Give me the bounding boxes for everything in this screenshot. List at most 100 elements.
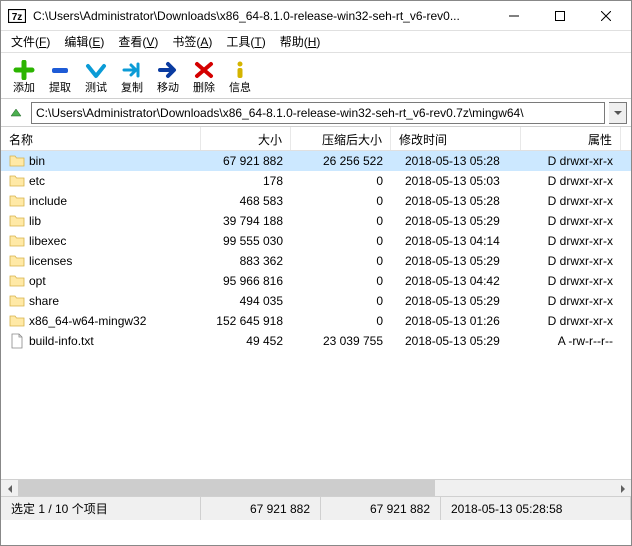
cell-date: 2018-05-13 05:03 <box>391 174 521 188</box>
col-name[interactable]: 名称 <box>1 127 201 150</box>
file-list: 名称 大小 压缩后大小 修改时间 属性 bin67 921 88226 256 … <box>1 127 631 496</box>
list-item[interactable]: include468 58302018-05-13 05:28D drwxr-x… <box>1 191 631 211</box>
list-item[interactable]: opt95 966 81602018-05-13 04:42D drwxr-xr… <box>1 271 631 291</box>
menu-f[interactable]: 文件(F) <box>5 31 56 52</box>
list-item[interactable]: licenses883 36202018-05-13 05:29D drwxr-… <box>1 251 631 271</box>
scroll-track[interactable] <box>18 480 614 496</box>
cell-date: 2018-05-13 05:29 <box>391 214 521 228</box>
cell-packed: 0 <box>291 294 391 308</box>
toolbar-test-button[interactable]: 测试 <box>79 59 113 95</box>
toolbar-info-button[interactable]: 信息 <box>223 59 257 95</box>
cell-attr: D drwxr-xr-x <box>521 314 621 328</box>
app-icon: 7z <box>7 8 27 24</box>
cell-attr: D drwxr-xr-x <box>521 174 621 188</box>
maximize-button[interactable] <box>537 1 583 31</box>
cell-date: 2018-05-13 05:29 <box>391 254 521 268</box>
cell-name: share <box>1 293 201 309</box>
cell-packed: 0 <box>291 194 391 208</box>
cell-date: 2018-05-13 05:29 <box>391 334 521 348</box>
up-button[interactable] <box>5 102 27 124</box>
cell-name: build-info.txt <box>1 333 201 349</box>
col-date[interactable]: 修改时间 <box>391 127 521 150</box>
list-item[interactable]: libexec99 555 03002018-05-13 04:14D drwx… <box>1 231 631 251</box>
cell-size: 494 035 <box>201 294 291 308</box>
cell-size: 883 362 <box>201 254 291 268</box>
cell-size: 39 794 188 <box>201 214 291 228</box>
cell-name: licenses <box>1 253 201 269</box>
cell-date: 2018-05-13 04:14 <box>391 234 521 248</box>
horizontal-scrollbar[interactable] <box>1 479 631 496</box>
cell-packed: 0 <box>291 234 391 248</box>
cell-size: 152 645 918 <box>201 314 291 328</box>
path-input[interactable] <box>31 102 605 124</box>
cell-size: 95 966 816 <box>201 274 291 288</box>
close-button[interactable] <box>583 1 629 31</box>
cell-packed: 26 256 522 <box>291 154 391 168</box>
svg-text:7z: 7z <box>12 12 23 23</box>
cell-attr: D drwxr-xr-x <box>521 154 621 168</box>
cell-name: opt <box>1 273 201 289</box>
list-body[interactable]: bin67 921 88226 256 5222018-05-13 05:28D… <box>1 151 631 479</box>
toolbar-extract-button[interactable]: 提取 <box>43 59 77 95</box>
menu-a[interactable]: 书签(A) <box>166 31 218 52</box>
move-icon <box>156 59 180 81</box>
scroll-left-button[interactable] <box>1 480 18 496</box>
cell-name: include <box>1 193 201 209</box>
path-dropdown[interactable] <box>609 102 627 124</box>
menu-e[interactable]: 编辑(E) <box>58 31 110 52</box>
toolbar: 添加提取测试复制移动删除信息 <box>1 53 631 99</box>
cell-name: lib <box>1 213 201 229</box>
toolbar-delete-button[interactable]: 删除 <box>187 59 221 95</box>
status-size: 67 921 882 <box>201 497 321 520</box>
cell-date: 2018-05-13 05:29 <box>391 294 521 308</box>
cell-name: libexec <box>1 233 201 249</box>
menu-v[interactable]: 查看(V) <box>112 31 164 52</box>
status-date: 2018-05-13 05:28:58 <box>441 497 631 520</box>
list-item[interactable]: bin67 921 88226 256 5222018-05-13 05:28D… <box>1 151 631 171</box>
cell-attr: A -rw-r--r-- <box>521 334 621 348</box>
toolbar-copy-button[interactable]: 复制 <box>115 59 149 95</box>
cell-size: 49 452 <box>201 334 291 348</box>
add-icon <box>12 59 36 81</box>
cell-packed: 0 <box>291 214 391 228</box>
status-selection: 选定 1 / 10 个项目 <box>1 497 201 520</box>
col-packed[interactable]: 压缩后大小 <box>291 127 391 150</box>
toolbar-move-button[interactable]: 移动 <box>151 59 185 95</box>
statusbar: 选定 1 / 10 个项目 67 921 882 67 921 882 2018… <box>1 496 631 520</box>
list-item[interactable]: share494 03502018-05-13 05:29D drwxr-xr-… <box>1 291 631 311</box>
test-icon <box>84 59 108 81</box>
menu-t[interactable]: 工具(T) <box>220 31 271 52</box>
info-icon <box>228 59 252 81</box>
status-packed: 67 921 882 <box>321 497 441 520</box>
cell-name: etc <box>1 173 201 189</box>
cell-packed: 0 <box>291 274 391 288</box>
cell-attr: D drwxr-xr-x <box>521 274 621 288</box>
cell-size: 67 921 882 <box>201 154 291 168</box>
scroll-right-button[interactable] <box>614 480 631 496</box>
cell-date: 2018-05-13 01:26 <box>391 314 521 328</box>
cell-size: 99 555 030 <box>201 234 291 248</box>
toolbar-add-button[interactable]: 添加 <box>7 59 41 95</box>
cell-date: 2018-05-13 04:42 <box>391 274 521 288</box>
cell-date: 2018-05-13 05:28 <box>391 194 521 208</box>
delete-icon <box>192 59 216 81</box>
scroll-thumb[interactable] <box>18 480 435 496</box>
list-item[interactable]: x86_64-w64-mingw32152 645 91802018-05-13… <box>1 311 631 331</box>
extract-icon <box>48 59 72 81</box>
list-header: 名称 大小 压缩后大小 修改时间 属性 <box>1 127 631 151</box>
cell-packed: 0 <box>291 174 391 188</box>
window-buttons <box>491 1 629 31</box>
minimize-button[interactable] <box>491 1 537 31</box>
list-item[interactable]: build-info.txt49 45223 039 7552018-05-13… <box>1 331 631 351</box>
col-attr[interactable]: 属性 <box>521 127 621 150</box>
pathbar <box>1 99 631 127</box>
menu-h[interactable]: 帮助(H) <box>274 31 327 52</box>
cell-attr: D drwxr-xr-x <box>521 214 621 228</box>
menubar: 文件(F)编辑(E)查看(V)书签(A)工具(T)帮助(H) <box>1 31 631 53</box>
list-item[interactable]: lib39 794 18802018-05-13 05:29D drwxr-xr… <box>1 211 631 231</box>
titlebar: 7z C:\Users\Administrator\Downloads\x86_… <box>1 1 631 31</box>
list-item[interactable]: etc17802018-05-13 05:03D drwxr-xr-x <box>1 171 631 191</box>
cell-attr: D drwxr-xr-x <box>521 234 621 248</box>
col-size[interactable]: 大小 <box>201 127 291 150</box>
cell-size: 178 <box>201 174 291 188</box>
